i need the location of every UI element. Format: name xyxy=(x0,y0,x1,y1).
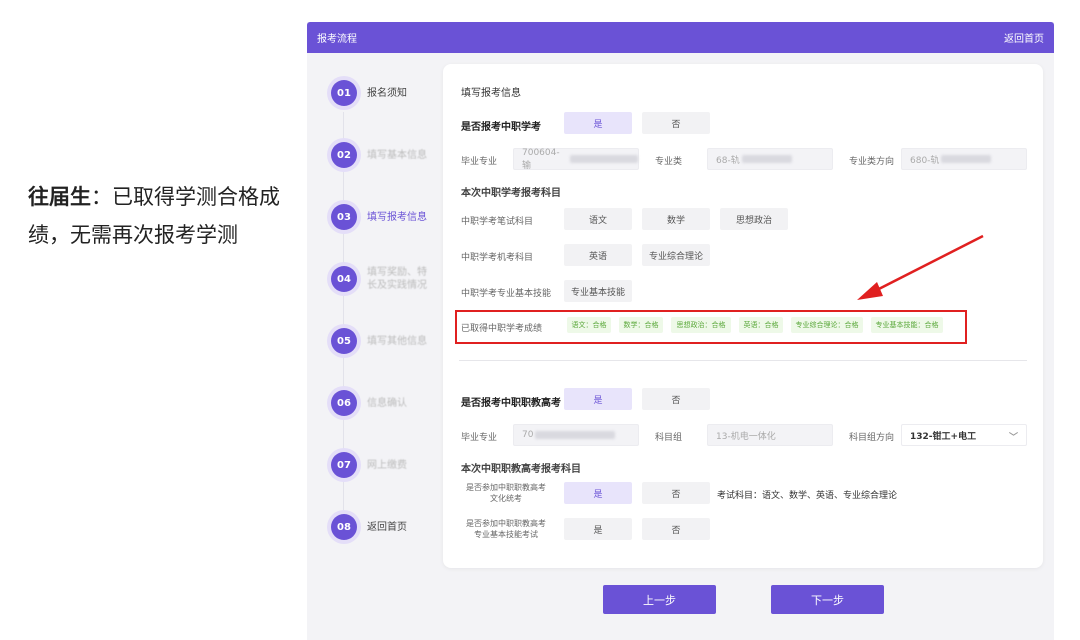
skill-label-line: 专业基本技能考试 xyxy=(474,530,538,539)
subject-math-button[interactable]: 数学 xyxy=(642,208,710,230)
subject-chinese-button[interactable]: 语文 xyxy=(564,208,632,230)
step-label: 填写基本信息 xyxy=(367,149,427,161)
redacted-mask xyxy=(741,155,792,163)
written-label: 中职学考笔试科目 xyxy=(461,217,534,227)
step-label: 报名须知 xyxy=(367,87,407,99)
gaokao-major-value: 70 xyxy=(522,430,534,440)
step-6[interactable]: 06 信息确认 xyxy=(331,390,429,416)
step-number: 08 xyxy=(331,514,357,540)
red-arrow-icon xyxy=(857,234,984,300)
top-bar: 报考流程 返回首页 xyxy=(307,22,1054,53)
page-title: 报考流程 xyxy=(317,34,357,45)
next-button[interactable]: 下一步 xyxy=(771,585,884,614)
registration-panel: 报考流程 返回首页 01 报名须知 02 填写基本信息 03 填写报考信息 04 填写奖… xyxy=(307,22,1054,640)
home-link[interactable]: 返回首页 xyxy=(1004,30,1044,45)
section-divider xyxy=(459,360,1027,361)
gaokao-yes-button[interactable]: 是 xyxy=(564,388,632,410)
section-title: 填写报考信息 xyxy=(461,88,521,99)
group-label: 科目组 xyxy=(655,433,683,443)
step-label: 信息确认 xyxy=(367,397,407,409)
step-3[interactable]: 03 填写报考信息 xyxy=(331,204,429,230)
subject-skill-button[interactable]: 专业基本技能 xyxy=(564,280,632,302)
major-value: 700604-输 xyxy=(522,147,560,171)
group-direction-label: 科目组方向 xyxy=(849,433,895,443)
culture-exam-subjects: 考试科目：语文、数学、英语、专业综合理论 xyxy=(717,491,898,501)
major-field[interactable]: 700604-输 xyxy=(513,147,639,171)
culture-yes-button[interactable]: 是 xyxy=(564,482,632,504)
group-field[interactable]: 13-机电一体化 xyxy=(707,424,833,446)
major-label: 毕业专业 xyxy=(461,157,498,167)
step-number: 01 xyxy=(331,80,357,106)
step-4[interactable]: 04 填写奖励、特长及实践情况 xyxy=(331,266,429,292)
culture-label-line: 文化统考 xyxy=(490,494,522,503)
step-5[interactable]: 05 填写其他信息 xyxy=(331,328,429,354)
step-1[interactable]: 01 报名须知 xyxy=(331,80,429,106)
category-label: 专业类 xyxy=(655,157,683,167)
xueke-yes-button[interactable]: 是 xyxy=(564,112,632,134)
form-card: 填写报考信息 是否报考中职学考 是 否 毕业专业 700604-输 专业类 68… xyxy=(443,64,1043,568)
subjects-title: 本次中职学考报考科目 xyxy=(461,188,561,199)
step-label: 返回首页 xyxy=(367,521,407,533)
step-label: 网上缴费 xyxy=(367,459,407,471)
xueke-question: 是否报考中职学考 xyxy=(461,122,541,133)
group-direction-value: 132-钳工+电工 xyxy=(910,431,977,442)
gaokao-major-field[interactable]: 70 xyxy=(513,424,639,446)
category-field[interactable]: 68-轨 xyxy=(707,148,833,170)
step-label: 填写报考信息 xyxy=(367,211,427,223)
step-label: 填写其他信息 xyxy=(367,335,427,347)
step-number: 06 xyxy=(331,390,357,416)
step-number: 07 xyxy=(331,452,357,478)
gaokao-major-label: 毕业专业 xyxy=(461,433,498,443)
gaokao-no-button[interactable]: 否 xyxy=(642,388,710,410)
computer-label: 中职学考机考科目 xyxy=(461,253,534,263)
step-number: 02 xyxy=(331,142,357,168)
skill-yes-button[interactable]: 是 xyxy=(564,518,632,540)
gaokao-question: 是否报考中职职教高考 xyxy=(461,398,561,409)
highlight-box xyxy=(455,310,967,344)
redacted-mask xyxy=(569,155,638,163)
subject-professional-theory-button[interactable]: 专业综合理论 xyxy=(642,244,710,266)
step-label: 填写奖励、特长及实践情况 xyxy=(367,267,427,291)
skill-label: 中职学考专业基本技能 xyxy=(461,289,552,299)
step-2[interactable]: 02 填写基本信息 xyxy=(331,142,429,168)
direction-value: 680-轨 xyxy=(910,155,940,166)
step-8[interactable]: 08 返回首页 xyxy=(331,514,429,540)
skill-label-line: 是否参加中职职教高考 xyxy=(466,519,546,528)
step-number: 03 xyxy=(331,204,357,230)
subject-english-button[interactable]: 英语 xyxy=(564,244,632,266)
group-direction-select[interactable]: 132-钳工+电工 ﹀ xyxy=(901,424,1027,446)
step-number: 04 xyxy=(331,266,357,292)
gaokao-subjects-title: 本次中职职教高考报考科目 xyxy=(461,464,581,475)
culture-label: 是否参加中职职教高考 文化统考 xyxy=(461,482,551,504)
culture-no-button[interactable]: 否 xyxy=(642,482,710,504)
skill-no-button[interactable]: 否 xyxy=(642,518,710,540)
xueke-no-button[interactable]: 否 xyxy=(642,112,710,134)
step-7[interactable]: 07 网上缴费 xyxy=(331,452,429,478)
caption: 往届生：已取得学测合格成绩，无需再次报考学测 xyxy=(28,178,288,254)
redacted-mask xyxy=(941,155,992,163)
direction-label: 专业类方向 xyxy=(849,157,895,167)
skill-exam-label: 是否参加中职职教高考 专业基本技能考试 xyxy=(461,518,551,540)
step-number: 05 xyxy=(331,328,357,354)
prev-button[interactable]: 上一步 xyxy=(603,585,716,614)
caption-bold: 往届生 xyxy=(28,185,91,209)
subject-politics-button[interactable]: 思想政治 xyxy=(720,208,788,230)
culture-label-line: 是否参加中职职教高考 xyxy=(466,483,546,492)
direction-field[interactable]: 680-轨 xyxy=(901,148,1027,170)
chevron-down-icon: ﹀ xyxy=(1008,433,1018,443)
redacted-mask xyxy=(535,431,616,439)
category-value: 68-轨 xyxy=(716,155,740,166)
